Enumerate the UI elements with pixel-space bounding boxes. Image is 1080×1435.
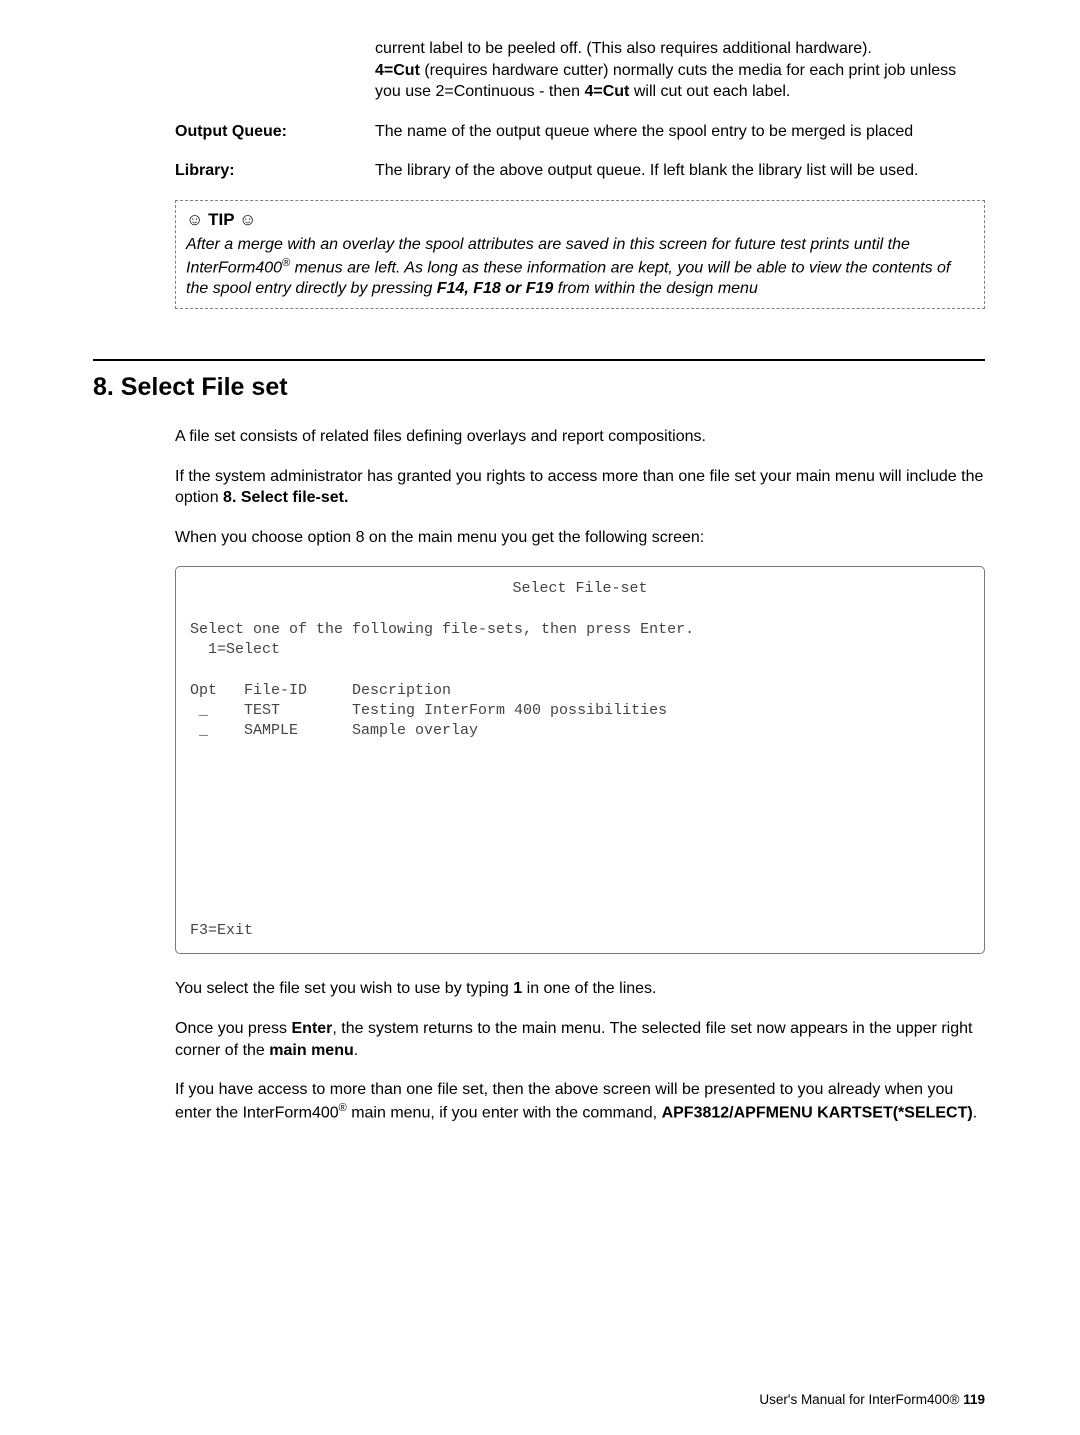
def-library: Library: The library of the above output… [175,160,985,182]
page-footer: User's Manual for InterForm400® 119 [759,1392,985,1407]
after-p2-b: Enter [292,1020,333,1037]
screen-row2: _ SAMPLE Sample overlay [190,722,478,739]
after-p2: Once you press Enter, the system returns… [175,1018,985,1061]
tip-smile-right-icon: ☺ [234,210,256,229]
screen-opt-line: 1=Select [190,641,280,658]
terminal-screen: Select File-set Select one of the follow… [175,566,985,954]
after-p1-c: in one of the lines. [522,980,656,997]
def-label-library: Library: [175,160,375,182]
def-output-queue: Output Queue: The name of the output que… [175,121,985,143]
def-text-output-queue: The name of the output queue where the s… [375,121,985,143]
section-p1: A file set consists of related files def… [175,426,985,448]
screen-header: Opt File-ID Description [190,682,451,699]
tip-body-bold: F14, F18 or F19 [437,280,554,297]
footer-page: 119 [963,1392,985,1407]
tip-body-3: from within the design menu [553,280,758,297]
tip-smile-left-icon: ☺ [186,210,208,229]
section-title: 8. Select File set [93,373,985,402]
def-text-library: The library of the above output queue. I… [375,160,985,182]
screen-exit: F3=Exit [190,921,253,941]
def-label-output-queue: Output Queue: [175,121,375,143]
after-p1-b: 1 [513,980,522,997]
cont-line1: current label to be peeled off. (This al… [375,40,872,57]
tip-title: ☺ TIP ☺ [186,209,974,232]
cont-bold2: 4=Cut [584,83,629,100]
after-p1: You select the file set you wish to use … [175,978,985,1000]
footer-text: User's Manual for InterForm400® [759,1392,963,1407]
section-p2: If the system administrator has granted … [175,466,985,509]
screen-select-line: Select one of the following file-sets, t… [190,621,694,638]
after-p3-sup: ® [339,1102,347,1114]
after-p2-e: . [354,1042,358,1059]
screen-row1: _ TEST Testing InterForm 400 possibiliti… [190,702,667,719]
after-p1-a: You select the file set you wish to use … [175,980,513,997]
tip-body: After a merge with an overlay the spool … [186,234,974,300]
cont-bold1: 4=Cut [375,62,420,79]
cont-tail: will cut out each label. [629,83,790,100]
after-p2-a: Once you press [175,1020,292,1037]
section-divider [93,359,985,361]
tip-sup: ® [282,257,290,269]
definition-continuation: current label to be peeled off. (This al… [375,38,985,103]
after-p3-d: . [973,1104,977,1121]
tip-title-text: TIP [208,210,234,229]
section-p2-b: 8. Select file-set. [223,489,348,506]
screen-title: Select File-set [190,579,970,599]
after-p2-d: main menu [269,1042,353,1059]
after-p3-b: main menu, if you enter with the command… [347,1104,662,1121]
tip-box: ☺ TIP ☺ After a merge with an overlay th… [175,200,985,309]
after-p3-c: APF3812/APFMENU KARTSET(*SELECT) [662,1104,973,1121]
after-p3: If you have access to more than one file… [175,1079,985,1124]
section-p3: When you choose option 8 on the main men… [175,527,985,549]
